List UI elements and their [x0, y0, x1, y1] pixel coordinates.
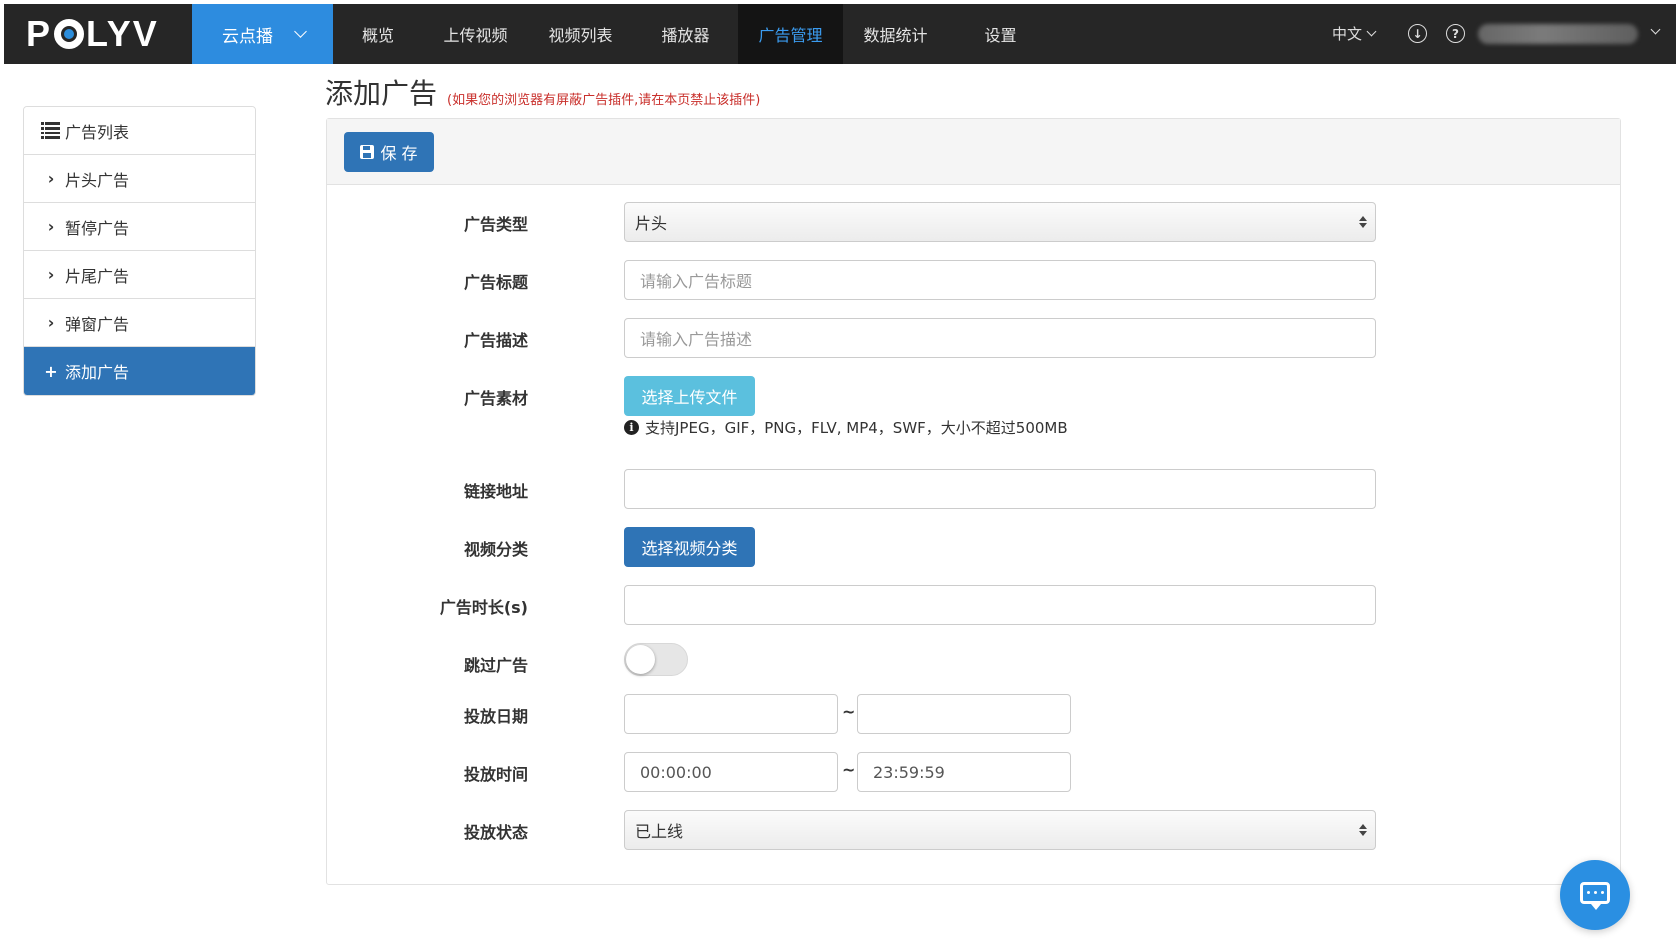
toggle-knob [626, 645, 655, 674]
sidebar-item-postroll-ad[interactable]: › 片尾广告 [24, 251, 255, 299]
help-icon[interactable]: ? [1446, 24, 1465, 43]
time-from-input[interactable]: 00:00:00 [624, 752, 838, 792]
nav-item-overview[interactable]: 概览 [333, 4, 423, 64]
date-from-input[interactable] [624, 694, 838, 734]
page-title: 添加广告 [325, 77, 438, 110]
sidebar-item-label: 片头广告 [65, 170, 130, 190]
chat-dots [1587, 891, 1604, 894]
ad-title-label: 广告标题 [463, 273, 528, 292]
nav-label: 播放器 [661, 26, 710, 45]
ad-desc-input[interactable]: 请输入广告描述 [624, 318, 1376, 358]
sidebar-item-label: 片尾广告 [65, 266, 130, 286]
sidebar-item-label: 暂停广告 [65, 218, 130, 238]
category-label: 视频分类 [463, 540, 528, 559]
download-icon[interactable]: ↓ [1408, 24, 1427, 43]
sidebar-item-pause-ad[interactable]: › 暂停广告 [24, 203, 255, 251]
add-ad-panel: 保 存 广告类型 片头 广告标题 请输入广告标题 广告描述 请输入广告描述 广告… [326, 118, 1621, 885]
skip-label: 跳过广告 [463, 656, 528, 675]
ad-desc-label: 广告描述 [463, 331, 528, 350]
link-label: 链接地址 [463, 482, 528, 501]
chevron-right-icon: › [47, 217, 55, 236]
material-hint-text: 支持JPEG，GIF，PNG，FLV, MP4，SWF，大小不超过500MB [645, 419, 1068, 437]
select-category-button[interactable]: 选择视频分类 [624, 527, 755, 567]
panel-toolbar: 保 存 [327, 119, 1620, 185]
product-switcher[interactable]: 云点播 [192, 4, 333, 64]
link-input[interactable] [624, 469, 1376, 509]
page-header: 添加广告 (如果您的浏览器有屏蔽广告插件,请在本页禁止该插件) [325, 72, 760, 112]
sidebar-item-label: 添加广告 [65, 363, 130, 382]
status-value: 已上线 [635, 822, 684, 841]
chevron-down-icon [1366, 26, 1377, 37]
skip-ad-toggle[interactable] [624, 643, 688, 676]
duration-label: 广告时长(s) [439, 598, 528, 617]
nav-item-ad-management[interactable]: 广告管理 [738, 4, 843, 64]
chat-button[interactable] [1560, 860, 1630, 930]
main-nav: 概览 上传视频 视频列表 播放器 广告管理 数据统计 设置 [333, 4, 1053, 64]
language-switcher[interactable]: 中文 [1332, 23, 1377, 44]
nav-item-statistics[interactable]: 数据统计 [843, 4, 948, 64]
nav-label: 广告管理 [758, 26, 823, 45]
date-to-input[interactable] [857, 694, 1071, 734]
sidebar-item-ad-list[interactable]: 广告列表 [24, 107, 255, 155]
user-account-blurred[interactable] [1478, 24, 1638, 44]
sidebar-item-popup-ad[interactable]: › 弹窗广告 [24, 299, 255, 347]
chevron-right-icon: › [47, 265, 55, 284]
duration-input[interactable] [624, 585, 1376, 625]
save-icon [360, 145, 375, 159]
sidebar-item-add-ad[interactable]: + 添加广告 [24, 347, 255, 395]
save-label: 保 存 [380, 144, 418, 163]
chevron-right-icon: › [47, 169, 55, 188]
ad-type-select[interactable]: 片头 [624, 202, 1376, 242]
product-label: 云点播 [222, 26, 273, 47]
time-to-value: 23:59:59 [873, 762, 945, 782]
time-to-input[interactable]: 23:59:59 [857, 752, 1071, 792]
info-icon: i [624, 420, 639, 435]
ad-type-value: 片头 [635, 214, 668, 233]
date-label: 投放日期 [463, 707, 528, 726]
nav-label: 视频列表 [548, 26, 613, 45]
nav-item-player[interactable]: 播放器 [633, 4, 738, 64]
status-select[interactable]: 已上线 [624, 810, 1376, 850]
chevron-right-icon: › [47, 313, 55, 332]
select-category-label: 选择视频分类 [641, 539, 738, 558]
top-navbar: P LYV 云点播 概览 上传视频 视频列表 播放器 广告管理 数据统计 设置 中… [4, 4, 1676, 64]
adblock-warning: (如果您的浏览器有屏蔽广告插件,请在本页禁止该插件) [447, 93, 761, 108]
date-separator: ~ [842, 702, 856, 721]
sidebar-item-label: 弹窗广告 [65, 314, 130, 334]
language-label: 中文 [1332, 25, 1363, 43]
logo-ring-icon [54, 19, 85, 49]
nav-item-video-list[interactable]: 视频列表 [528, 4, 633, 64]
material-hint: i 支持JPEG，GIF，PNG，FLV, MP4，SWF，大小不超过500MB [624, 417, 1068, 438]
nav-label: 概览 [361, 26, 394, 45]
nav-item-settings[interactable]: 设置 [948, 4, 1053, 64]
select-arrows-icon [1359, 216, 1367, 228]
list-icon [41, 122, 60, 139]
nav-label: 数据统计 [863, 26, 928, 45]
time-separator: ~ [842, 760, 856, 779]
time-from-value: 00:00:00 [640, 762, 712, 782]
ad-title-input[interactable]: 请输入广告标题 [624, 260, 1376, 300]
nav-label: 设置 [984, 26, 1017, 45]
select-arrows-icon [1359, 824, 1367, 836]
ad-desc-placeholder: 请输入广告描述 [640, 330, 753, 349]
upload-file-button[interactable]: 选择上传文件 [624, 376, 755, 416]
upload-file-label: 选择上传文件 [641, 388, 738, 407]
nav-label: 上传视频 [443, 26, 508, 45]
chevron-down-icon[interactable] [1650, 24, 1661, 35]
polyv-logo[interactable]: P LYV [26, 13, 159, 54]
ad-sidebar: 广告列表 › 片头广告 › 暂停广告 › 片尾广告 › 弹窗广告 + 添加广告 [23, 106, 256, 396]
save-button[interactable]: 保 存 [344, 132, 434, 172]
plus-icon: + [44, 361, 58, 381]
nav-item-upload[interactable]: 上传视频 [423, 4, 528, 64]
ad-type-label: 广告类型 [463, 215, 528, 234]
sidebar-item-preroll-ad[interactable]: › 片头广告 [24, 155, 255, 203]
sidebar-item-label: 广告列表 [65, 122, 130, 142]
chevron-down-icon [294, 25, 307, 38]
ad-material-label: 广告素材 [463, 389, 528, 408]
time-label: 投放时间 [463, 765, 528, 784]
status-label: 投放状态 [463, 823, 528, 842]
ad-title-placeholder: 请输入广告标题 [640, 272, 753, 291]
